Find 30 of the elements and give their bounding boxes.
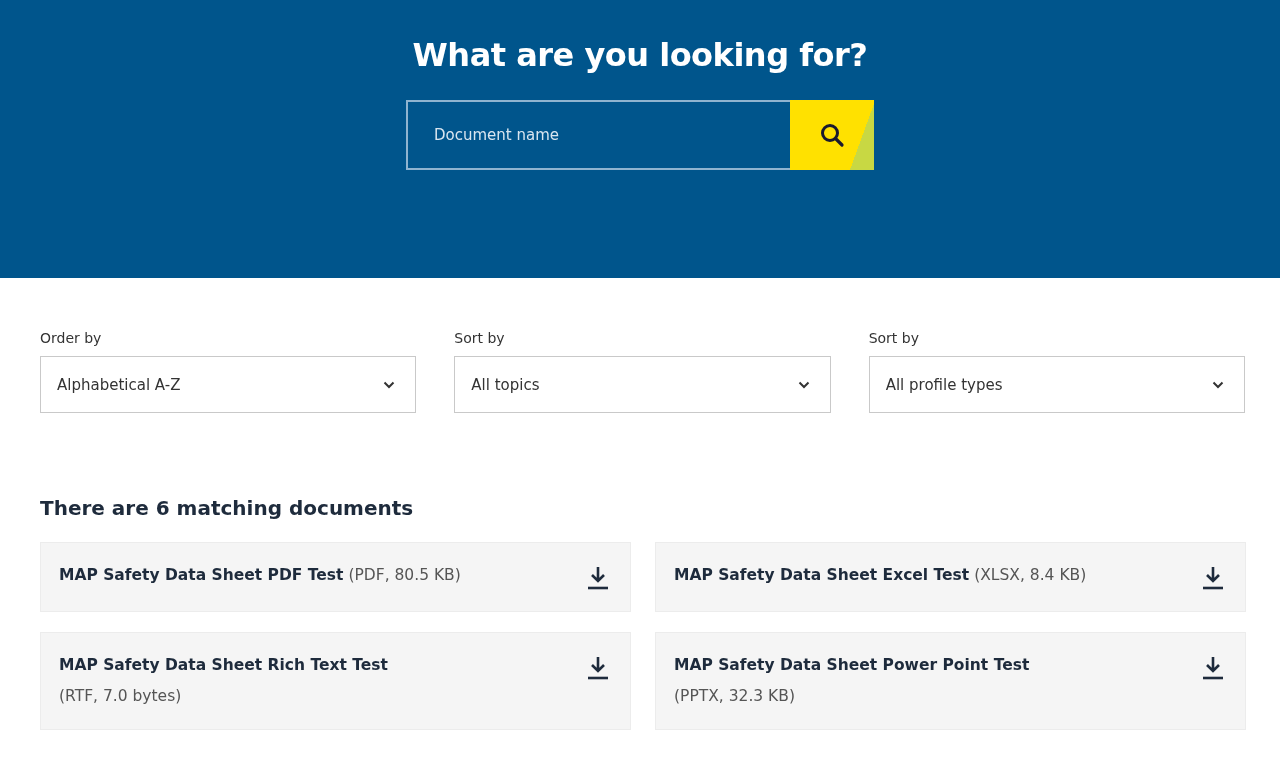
filter-dropdown[interactable]: All profile types: [868, 356, 1245, 413]
results-heading: There are 6 matching documents: [40, 496, 415, 520]
chevron-down-icon: [797, 380, 810, 389]
filter-dropdown[interactable]: Alphabetical A-Z: [40, 356, 417, 413]
document-title[interactable]: MAP Safety Data Sheet Rich Text Test: [59, 656, 388, 674]
document-title[interactable]: MAP Safety Data Sheet PDF Test: [59, 566, 344, 584]
chevron-down-icon: [1212, 380, 1224, 389]
search-button[interactable]: [790, 100, 874, 170]
page-title: What are you looking for?: [412, 36, 868, 74]
filter-label: Sort by: [454, 330, 506, 346]
download-button[interactable]: [1201, 655, 1225, 681]
download-icon: [586, 565, 610, 591]
download-icon: [586, 655, 610, 681]
search-field[interactable]: Document name: [406, 100, 790, 170]
filter-label: Sort by: [868, 330, 920, 346]
download-button[interactable]: [586, 565, 610, 591]
chevron-down-icon: [383, 380, 396, 389]
download-button[interactable]: [586, 655, 610, 681]
filter-label: Order by: [40, 330, 103, 346]
file-info: (XLSX, 8.4 KB): [974, 566, 1087, 584]
file-info: (RTF, 7.0 bytes): [59, 685, 183, 707]
file-info: (PPTX, 32.3 KB): [674, 685, 796, 707]
filter-dropdown[interactable]: All topics: [454, 356, 831, 413]
document-title[interactable]: MAP Safety Data Sheet Excel Test: [674, 566, 970, 584]
search-icon: [819, 122, 845, 148]
download-icon: [1201, 565, 1225, 591]
download-icon: [1201, 655, 1225, 681]
document-title[interactable]: MAP Safety Data Sheet Power Point Test: [674, 656, 1030, 674]
file-info: (PDF, 80.5 KB): [348, 566, 461, 584]
download-button[interactable]: [1201, 565, 1225, 591]
